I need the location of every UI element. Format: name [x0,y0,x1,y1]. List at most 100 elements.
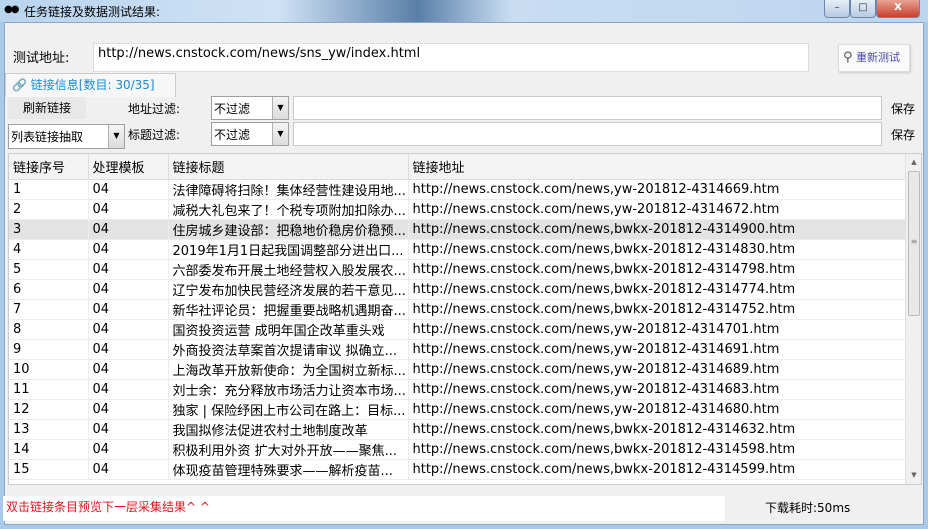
vertical-scrollbar[interactable]: ▲ ≡ ▼ [905,154,921,484]
table-row[interactable]: 2 04 减税大礼包来了！个税专项附加扣除办... http://news.cnsto… [9,199,907,220]
retest-label: 重新测试 [856,51,901,64]
row-url: http://news.cnstock.com/news,yw-201812-4… [408,379,907,400]
row-index: 11 [9,379,89,400]
row-index: 9 [9,339,89,360]
row-title: 积极利用外资 扩大对外开放——聚焦... [168,439,409,460]
table-row[interactable]: 15 04 体现疫苗管理特殊要求——解析疫苗... http://news.cnsto… [9,459,907,480]
table-row[interactable]: 3 04 住房城乡建设部：把稳地价稳房价稳预... http://news.cnsto… [9,219,907,240]
table-row[interactable]: 14 04 积极利用外资 扩大对外开放——聚焦... http://news.cnst… [9,439,907,460]
row-url: http://news.cnstock.com/news,yw-201812-4… [408,319,907,340]
row-template: 04 [88,319,169,340]
row-template: 04 [88,279,169,300]
row-template: 04 [88,399,169,420]
extract-mode-value: 列表链接抽取 [11,130,84,144]
title-filter-mode: 不过滤 [214,128,251,142]
chevron-down-icon: ▼ [272,97,288,119]
row-template: 04 [88,199,169,220]
address-filter-select[interactable]: 不过滤 ▼ [211,96,289,120]
scroll-up-icon[interactable]: ▲ [906,154,921,171]
row-url: http://news.cnstock.com/news,yw-201812-4… [408,179,907,200]
chevron-down-icon: ▼ [272,123,288,145]
row-template: 04 [88,239,169,260]
retest-button[interactable]: ⚲ 重新测试 [838,44,910,72]
search-icon: ⚲ [843,50,853,65]
row-template: 04 [88,419,169,440]
row-index: 5 [9,259,89,280]
row-title: 法律障碍将扫除！集体经营性建设用地... [168,179,409,200]
row-url: http://news.cnstock.com/news,bwkx-201812… [408,439,907,460]
row-url: http://news.cnstock.com/news,bwkx-201812… [408,239,907,260]
save-title-filter-button[interactable]: 保存 [891,126,915,143]
row-title: 上海改革开放新使命：为全国树立新标... [168,359,409,380]
table-row[interactable]: 1 04 法律障碍将扫除！集体经营性建设用地... http://news.cnsto… [9,179,907,200]
row-index: 4 [9,239,89,260]
tab-link-info[interactable]: 🔗 链接信息[数目: 30/35] [5,73,176,97]
row-template: 04 [88,299,169,320]
minimize-button[interactable]: – [824,0,850,18]
table-row[interactable]: 13 04 我国拟修法促进农村土地制度改革 http://news.cnstock.c… [9,419,907,440]
row-title: 新华社评论员：把握重要战略机遇期奋... [168,299,409,320]
test-url-input[interactable] [93,43,809,72]
row-url: http://news.cnstock.com/news,bwkx-201812… [408,279,907,300]
row-template: 04 [88,339,169,360]
save-address-filter-button[interactable]: 保存 [891,100,915,117]
table-header: 链接序号 处理模板 链接标题 链接地址 [9,154,907,180]
links-table: 链接序号 处理模板 链接标题 链接地址 1 04 法律障碍将扫除！集体经营性建设用地… [9,154,907,480]
row-index: 7 [9,299,89,320]
column-header-index[interactable]: 链接序号 [9,154,89,180]
table-row[interactable]: 8 04 国资投资运营 成明年国企改革重头戏 http://news.cnstock.… [9,319,907,340]
row-template: 04 [88,379,169,400]
row-index: 13 [9,419,89,440]
extract-mode-select[interactable]: 列表链接抽取 ▼ [8,124,125,149]
row-template: 04 [88,459,169,480]
row-index: 8 [9,319,89,340]
row-url: http://news.cnstock.com/news,yw-201812-4… [408,399,907,420]
row-title: 减税大礼包来了！个税专项附加扣除办... [168,199,409,220]
column-header-url[interactable]: 链接地址 [408,154,907,180]
row-index: 10 [9,359,89,380]
chevron-down-icon: ▼ [108,125,124,148]
download-time: 下载耗时:50ms [765,501,851,515]
row-url: http://news.cnstock.com/news,bwkx-201812… [408,299,907,320]
row-title: 独家 | 保险纾困上市公司在路上：目标... [168,399,409,420]
row-title: 体现疫苗管理特殊要求——解析疫苗... [168,459,409,480]
table-row[interactable]: 9 04 外商投资法草案首次提请审议 拟确立... http://news.cnsto… [9,339,907,360]
maximize-button[interactable]: □ [850,0,876,18]
status-hint: 双击链接条目预览下一层采集结果^ ^ [3,496,725,521]
address-filter-input[interactable] [293,96,882,120]
row-title: 辽宁发布加快民营经济发展的若干意见... [168,279,409,300]
table-row[interactable]: 12 04 独家 | 保险纾困上市公司在路上：目标... http://news.cn… [9,399,907,420]
tab-label: 链接信息[数目: 30/35] [30,78,155,92]
address-filter-mode: 不过滤 [214,102,251,116]
refresh-links-button[interactable]: 刷新链接 [8,97,86,119]
table-row[interactable]: 10 04 上海改革开放新使命：为全国树立新标... http://news.cnst… [9,359,907,380]
row-index: 2 [9,199,89,220]
column-header-title[interactable]: 链接标题 [168,154,409,180]
row-url: http://news.cnstock.com/news,yw-201812-4… [408,339,907,360]
table-row[interactable]: 5 04 六部委发布开展土地经营权入股发展农... http://news.cnsto… [9,259,907,280]
title-filter-label: 标题过滤: [128,128,181,142]
app-icon: ●● [4,4,20,15]
row-title: 国资投资运营 成明年国企改革重头戏 [168,319,409,340]
link-icon: 🔗 [12,78,27,92]
row-template: 04 [88,439,169,460]
row-index: 15 [9,459,89,480]
row-title: 2019年1月1日起我国调整部分进出口... [168,239,409,260]
table-row[interactable]: 4 04 2019年1月1日起我国调整部分进出口... http://news.cns… [9,239,907,260]
row-url: http://news.cnstock.com/news,yw-201812-4… [408,199,907,220]
row-url: http://news.cnstock.com/news,bwkx-201812… [408,459,907,480]
table-row[interactable]: 6 04 辽宁发布加快民营经济发展的若干意见... http://news.cnsto… [9,279,907,300]
table-row[interactable]: 11 04 刘士余：充分释放市场活力让资本市场... http://news.cnst… [9,379,907,400]
column-header-template[interactable]: 处理模板 [88,154,169,180]
scrollbar-thumb[interactable]: ≡ [908,171,920,316]
row-title: 刘士余：充分释放市场活力让资本市场... [168,379,409,400]
row-url: http://news.cnstock.com/news,bwkx-201812… [408,419,907,440]
close-button[interactable]: X [876,0,920,18]
title-filter-select[interactable]: 不过滤 ▼ [211,122,289,146]
scroll-down-icon[interactable]: ▼ [906,467,921,484]
row-title: 外商投资法草案首次提请审议 拟确立... [168,339,409,360]
row-template: 04 [88,359,169,380]
title-filter-input[interactable] [293,122,882,146]
row-index: 6 [9,279,89,300]
table-row[interactable]: 7 04 新华社评论员：把握重要战略机遇期奋... http://news.cnsto… [9,299,907,320]
